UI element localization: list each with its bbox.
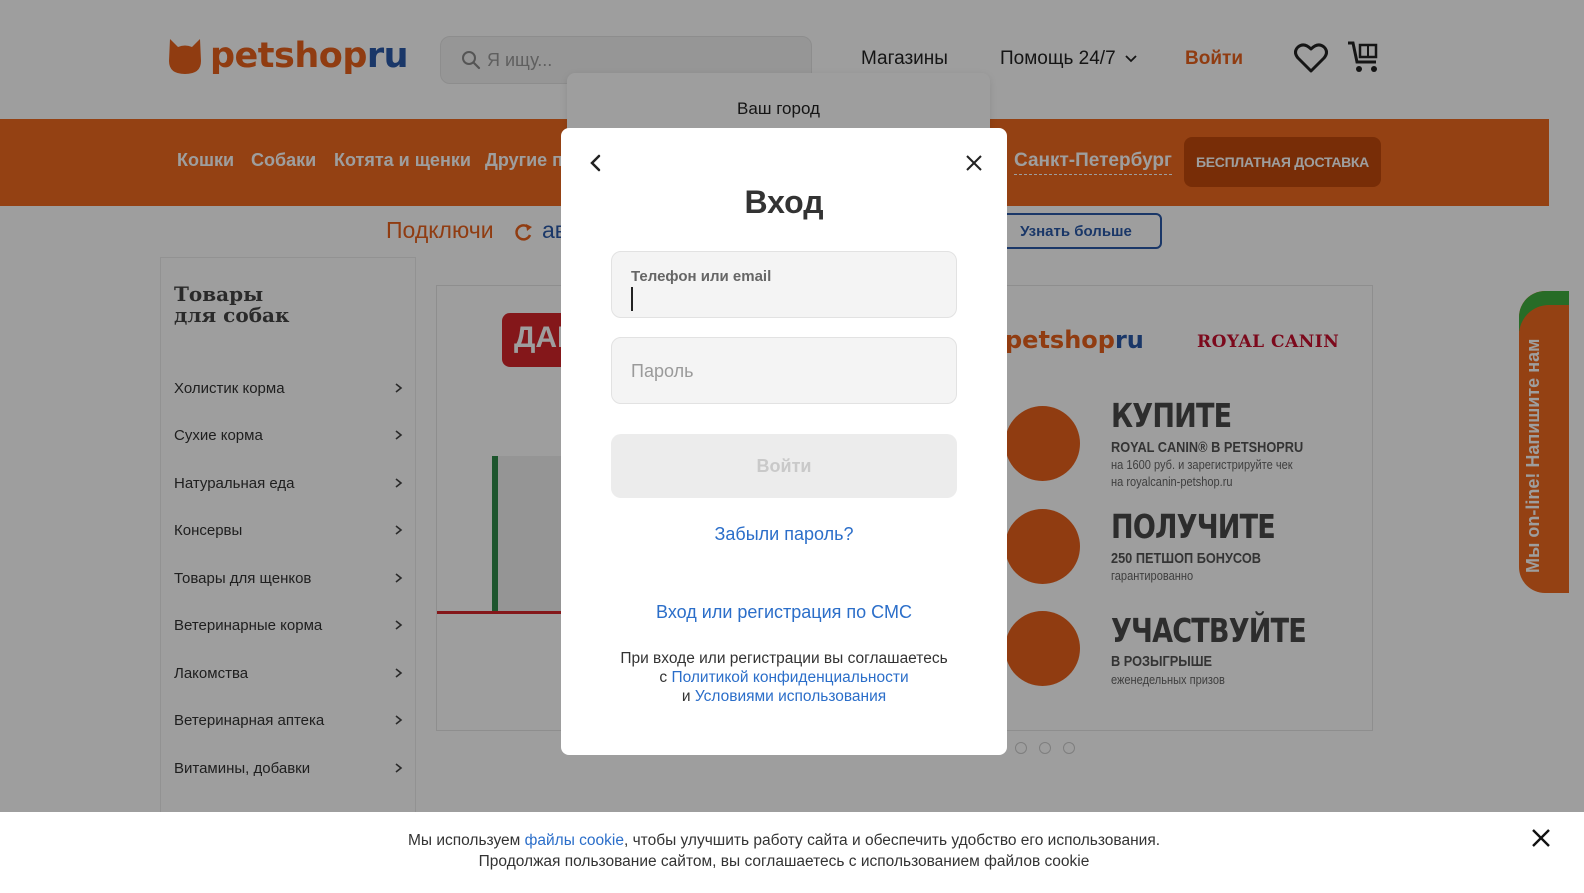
consent-and: и [681, 688, 691, 705]
phone-email-field[interactable]: Телефон или email [611, 251, 957, 318]
login-submit-button[interactable]: Войти [611, 434, 957, 498]
cookie-link[interactable]: файлы cookie [525, 832, 624, 849]
login-modal: Вход Телефон или email Пароль Войти Забы… [561, 128, 1007, 755]
cookie-line2: Продолжая пользование сайтом, вы соглаша… [478, 853, 1090, 870]
password-field[interactable]: Пароль [611, 337, 957, 404]
cookie-close-icon[interactable] [1530, 827, 1552, 849]
cookie-prefix: Мы используем [407, 832, 521, 849]
sms-login-link[interactable]: Вход или регистрация по СМС [561, 602, 1007, 623]
privacy-policy-link[interactable]: Политикой конфиденциальности [671, 669, 908, 686]
close-icon[interactable] [963, 152, 985, 174]
phone-email-label: Телефон или email [631, 268, 772, 285]
cookie-suffix: , чтобы улучшить работу сайта и обеспечи… [623, 832, 1161, 849]
modal-title: Вход [744, 184, 824, 220]
terms-link[interactable]: Условиями использования [695, 688, 886, 705]
cookie-text: Мы используем файлы cookie, чтобы улучши… [0, 830, 1568, 872]
password-placeholder: Пароль [631, 361, 694, 381]
forgot-password-link[interactable]: Забыли пароль? [561, 524, 1007, 545]
consent-c: с [659, 669, 668, 686]
cookie-bar: Мы используем файлы cookie, чтобы улучши… [0, 812, 1584, 893]
text-caret [631, 287, 633, 311]
consent-text: При входе или регистрации вы соглашаетес… [561, 649, 1007, 706]
consent-line1: При входе или регистрации вы соглашаетес… [620, 650, 948, 667]
back-arrow-icon[interactable] [585, 152, 607, 174]
